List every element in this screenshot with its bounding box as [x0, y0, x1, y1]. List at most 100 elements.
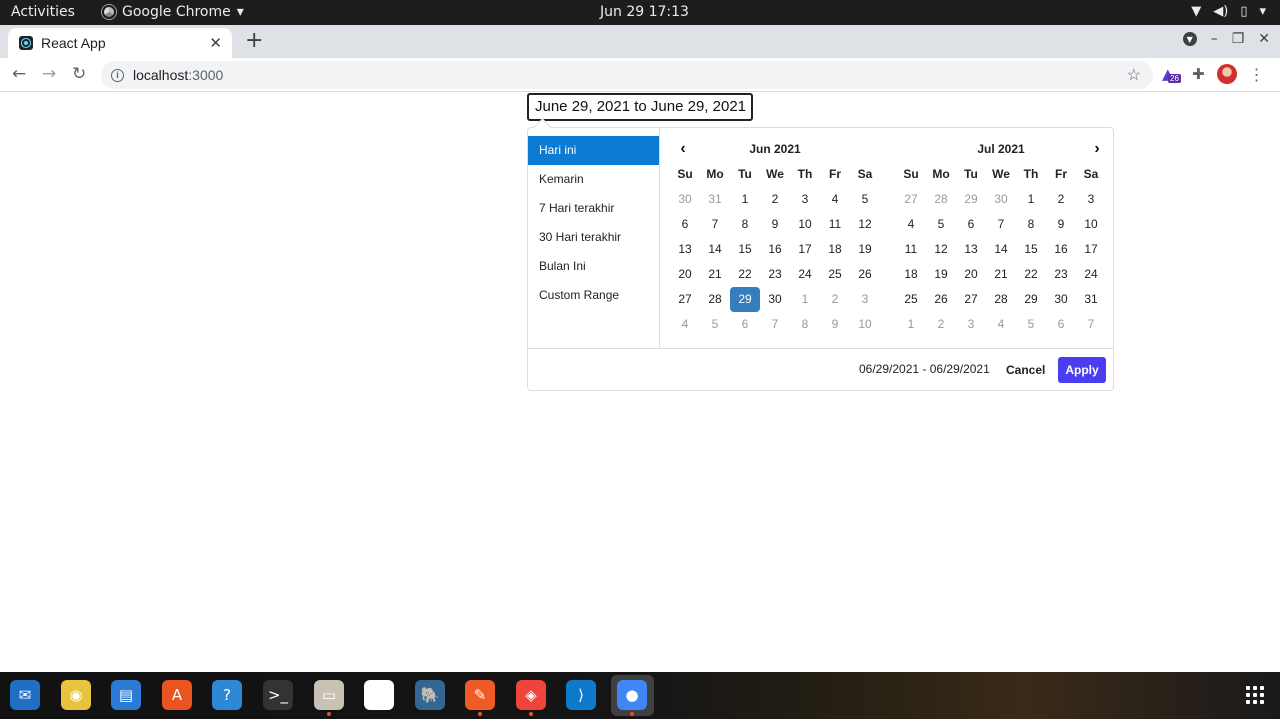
- new-tab-button[interactable]: +: [245, 28, 263, 53]
- day-cell[interactable]: 4: [670, 312, 700, 337]
- day-cell[interactable]: 12: [850, 212, 880, 237]
- day-cell[interactable]: 22: [1016, 262, 1046, 287]
- day-cell[interactable]: 7: [1076, 312, 1106, 337]
- day-cell[interactable]: 1: [896, 312, 926, 337]
- day-cell[interactable]: 19: [850, 237, 880, 262]
- day-cell[interactable]: 22: [730, 262, 760, 287]
- day-cell[interactable]: 29: [956, 187, 986, 212]
- day-cell[interactable]: 5: [700, 312, 730, 337]
- day-cell[interactable]: 14: [700, 237, 730, 262]
- day-cell[interactable]: 4: [820, 187, 850, 212]
- day-cell[interactable]: 28: [926, 187, 956, 212]
- day-cell[interactable]: 27: [896, 187, 926, 212]
- day-cell[interactable]: 20: [956, 262, 986, 287]
- day-cell[interactable]: 6: [730, 312, 760, 337]
- chevron-right-icon[interactable]: ›: [1084, 136, 1110, 162]
- day-cell[interactable]: 3: [850, 287, 880, 312]
- day-cell[interactable]: 28: [986, 287, 1016, 312]
- show-apps-icon[interactable]: [1246, 686, 1264, 704]
- cancel-button[interactable]: Cancel: [998, 357, 1053, 383]
- day-cell[interactable]: 21: [986, 262, 1016, 287]
- minimize-button[interactable]: –: [1211, 31, 1218, 47]
- preset-range-item[interactable]: Hari ini: [528, 136, 659, 165]
- files-icon[interactable]: ▭: [314, 680, 344, 716]
- day-cell[interactable]: 4: [896, 212, 926, 237]
- day-cell[interactable]: 2: [760, 187, 790, 212]
- software-icon[interactable]: A: [162, 680, 192, 710]
- day-cell[interactable]: 2: [1046, 187, 1076, 212]
- day-cell[interactable]: 11: [896, 237, 926, 262]
- day-cell[interactable]: 30: [986, 187, 1016, 212]
- preset-range-item[interactable]: Bulan Ini: [528, 252, 659, 281]
- day-cell[interactable]: 7: [760, 312, 790, 337]
- day-cell[interactable]: 26: [926, 287, 956, 312]
- help-icon[interactable]: ?: [212, 680, 242, 710]
- day-cell[interactable]: 6: [670, 212, 700, 237]
- day-cell[interactable]: 20: [670, 262, 700, 287]
- anydesk-icon[interactable]: ◈: [516, 680, 546, 716]
- site-info-icon[interactable]: i: [111, 68, 124, 82]
- day-cell[interactable]: 18: [820, 237, 850, 262]
- day-cell[interactable]: 4: [986, 312, 1016, 337]
- rhythmbox-icon[interactable]: ◉: [61, 680, 91, 710]
- day-cell[interactable]: 31: [1076, 287, 1106, 312]
- day-cell[interactable]: 24: [1076, 262, 1106, 287]
- back-button[interactable]: ←: [12, 64, 26, 84]
- day-cell[interactable]: 2: [926, 312, 956, 337]
- day-cell[interactable]: 2: [820, 287, 850, 312]
- day-cell[interactable]: 30: [760, 287, 790, 312]
- day-cell[interactable]: 23: [1046, 262, 1076, 287]
- day-cell[interactable]: 8: [1016, 212, 1046, 237]
- day-cell[interactable]: 10: [790, 212, 820, 237]
- day-cell[interactable]: 26: [850, 262, 880, 287]
- day-cell[interactable]: 23: [760, 262, 790, 287]
- day-cell[interactable]: 16: [760, 237, 790, 262]
- day-cell[interactable]: 8: [790, 312, 820, 337]
- day-cell[interactable]: 3: [1076, 187, 1106, 212]
- system-tray[interactable]: ▼ ◀) ▯ ▾: [1191, 4, 1266, 19]
- day-cell[interactable]: 27: [956, 287, 986, 312]
- bookmark-star-icon[interactable]: ☆: [1127, 65, 1141, 85]
- day-cell[interactable]: 16: [1046, 237, 1076, 262]
- day-cell[interactable]: 11: [820, 212, 850, 237]
- day-cell[interactable]: 1: [730, 187, 760, 212]
- day-cell[interactable]: 10: [1076, 212, 1106, 237]
- day-cell[interactable]: 21: [700, 262, 730, 287]
- day-cell[interactable]: 6: [1046, 312, 1076, 337]
- day-cell[interactable]: 30: [670, 187, 700, 212]
- writer-icon[interactable]: ▤: [111, 680, 141, 710]
- activities-button[interactable]: Activities: [11, 4, 75, 20]
- postgres-icon[interactable]: 🐘: [415, 680, 445, 710]
- thunderbird-icon[interactable]: ✉: [10, 680, 40, 710]
- clock[interactable]: Jun 29 17:13: [600, 4, 689, 20]
- preset-range-item[interactable]: Kemarin: [528, 165, 659, 194]
- reload-button[interactable]: ↻: [72, 64, 86, 84]
- chrome-icon[interactable]: ●: [617, 680, 647, 716]
- profile-avatar[interactable]: [1216, 64, 1237, 84]
- day-cell[interactable]: 9: [760, 212, 790, 237]
- day-cell[interactable]: 19: [926, 262, 956, 287]
- day-cell[interactable]: 3: [956, 312, 986, 337]
- day-cell[interactable]: 5: [850, 187, 880, 212]
- day-cell[interactable]: 15: [730, 237, 760, 262]
- day-cell[interactable]: 31: [700, 187, 730, 212]
- day-cell[interactable]: 27: [670, 287, 700, 312]
- tab-close-icon[interactable]: ✕: [209, 34, 222, 52]
- balsamiq-icon[interactable]: ◆: [364, 680, 394, 710]
- restore-button[interactable]: ❐: [1232, 31, 1245, 47]
- day-cell[interactable]: 8: [730, 212, 760, 237]
- preset-range-item[interactable]: 7 Hari terakhir: [528, 194, 659, 223]
- day-cell[interactable]: 13: [670, 237, 700, 262]
- day-cell[interactable]: 5: [926, 212, 956, 237]
- day-cell[interactable]: 18: [896, 262, 926, 287]
- day-cell[interactable]: 7: [986, 212, 1016, 237]
- preset-range-item[interactable]: Custom Range: [528, 281, 659, 310]
- day-cell[interactable]: 12: [926, 237, 956, 262]
- day-cell[interactable]: 1: [1016, 187, 1046, 212]
- terminal-icon[interactable]: >_: [263, 680, 293, 710]
- preset-range-item[interactable]: 30 Hari terakhir: [528, 223, 659, 252]
- day-cell[interactable]: 9: [1046, 212, 1076, 237]
- day-cell[interactable]: 10: [850, 312, 880, 337]
- day-cell[interactable]: 5: [1016, 312, 1046, 337]
- day-cell[interactable]: 14: [986, 237, 1016, 262]
